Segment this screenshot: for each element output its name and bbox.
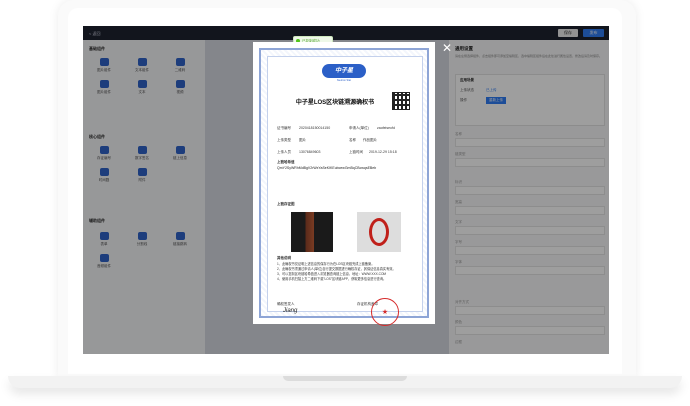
- cert-no-value: 2020418150014150: [299, 126, 331, 130]
- violin-image: [369, 218, 389, 246]
- note-item: 4、使用手机扫描上方二维码下载"LOS"区块链APP，获取更多信息进行查询。: [277, 277, 387, 281]
- evidence-image: [291, 212, 333, 252]
- time-label: 上链时间: [349, 150, 363, 154]
- image-label: 上链存证图: [277, 202, 295, 206]
- notes-list: 1、此确权书仅证明上述信息的保存行为在LOS区块链完成上链备案。 2、此确权书须…: [277, 262, 411, 282]
- applicant-label: 申请人(单位): [349, 126, 369, 130]
- applicant-value: zaofeiseofd: [377, 126, 395, 130]
- evidence-image: [357, 212, 401, 252]
- certificate-title: 中子星LOS区块链溯源确权书: [295, 100, 375, 106]
- type-value: 图片: [299, 138, 306, 142]
- qrcode-icon: [392, 92, 410, 110]
- brand-logo: 中子星: [322, 64, 366, 78]
- official-stamp: ★: [371, 298, 399, 326]
- notes-title: 其他说明: [277, 256, 291, 260]
- cert-no-label: 证书编号: [277, 126, 291, 130]
- app-screen: < 返回 保存 发布 基础组件 图片组件 文本组件 二维码 图片组件 文本 视频…: [83, 26, 609, 354]
- signature: Jiang: [283, 308, 298, 314]
- laptop-notch: [283, 376, 407, 381]
- hash-value[interactable]: QmY2SyWRhMdBgV2rWxYaSeKIKEubcewGmBqCBcwq…: [277, 166, 409, 170]
- close-icon[interactable]: ✕: [441, 42, 453, 54]
- certificate-preview: 中子星 Neutron Star 中子星LOS区块链溯源确权书 证书编号 202…: [253, 42, 435, 326]
- name-label: 名称: [349, 138, 356, 142]
- brand-logo-sub: Neutron Star: [336, 79, 352, 82]
- uploader-value: 13076849603: [299, 150, 321, 154]
- time-value: 2019-12-29 15:18: [369, 150, 397, 154]
- signer-label: 确权签发人: [277, 302, 295, 306]
- type-label: 上传类型: [277, 138, 291, 142]
- hash-label: 上链哈希值: [277, 160, 295, 164]
- uploader-label: 上传人员: [277, 150, 291, 154]
- name-value: 作品图片: [363, 138, 377, 142]
